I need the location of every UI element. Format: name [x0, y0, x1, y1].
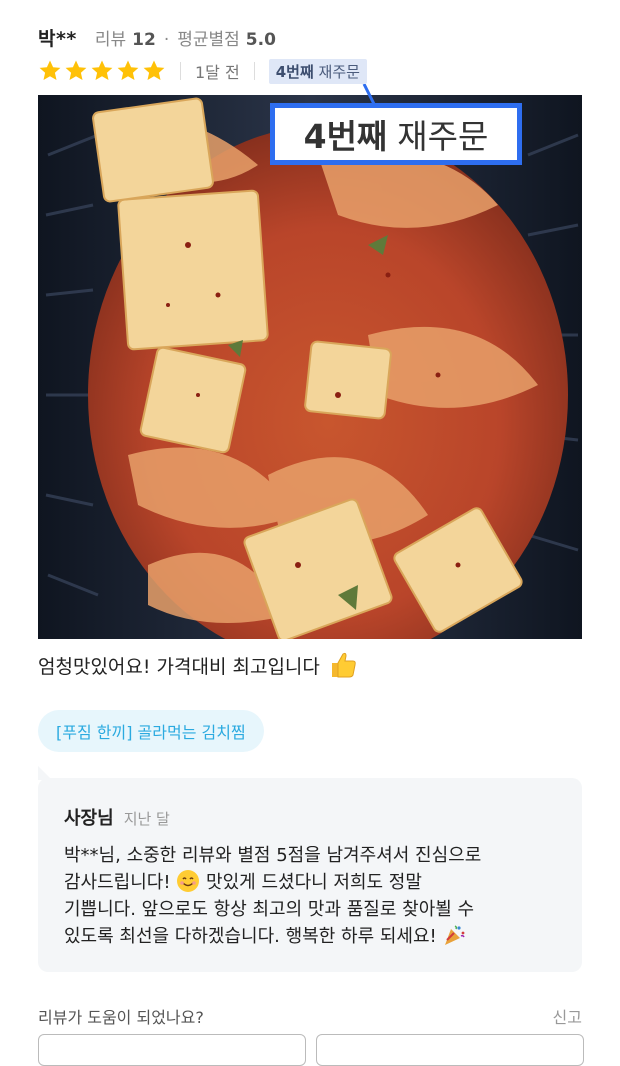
average-rating: 평균별점 5.0: [177, 30, 276, 50]
owner-reply: 사장님 지난 달 박**님, 소중한 리뷰와 별점 5점을 남겨주셔서 진심으로…: [38, 778, 582, 972]
owner-label: 사장님: [64, 808, 114, 829]
reply-text: 박**님, 소중한 리뷰와 별점 5점을 남겨주셔서 진심으로 감사드립니다! …: [64, 842, 564, 950]
reply-time: 지난 달: [123, 810, 170, 828]
review-count: 리뷰 12: [94, 30, 156, 50]
kimchi-stew-photo: [38, 95, 582, 639]
helpful-question: 리뷰가 도움이 되었나요?: [38, 1008, 204, 1027]
menu-item-tag[interactable]: [푸짐 한끼] 골라먹는 김치찜: [38, 710, 264, 752]
reply-line: 박**님, 소중한 리뷰와 별점 5점을 남겨주셔서 진심으로: [64, 845, 482, 866]
review-text: 엄청맛있어요! 가격대비 최고입니다: [38, 655, 320, 678]
star-icon: [117, 60, 139, 80]
star-icon: [65, 60, 87, 80]
separator-dot: ·: [163, 30, 170, 50]
star-rating: [38, 59, 166, 83]
helpful-yes-button[interactable]: [38, 1034, 306, 1066]
helpful-no-button[interactable]: [316, 1034, 584, 1066]
divider: [253, 62, 255, 80]
reply-line: 기쁩니다. 앞으로도 항상 최고의 맛과 품질로 찾아뵐 수: [64, 899, 475, 920]
star-icon: [91, 60, 113, 80]
party-popper-icon: [445, 925, 466, 945]
thumbs-up-icon: [331, 652, 356, 678]
divider: [180, 62, 181, 80]
reorder-callout: 4번째 재주문: [270, 103, 522, 165]
report-button[interactable]: 신고: [553, 1004, 582, 1028]
reviewer-name[interactable]: 박**: [38, 24, 77, 51]
review-header: 박** 리뷰 12 · 평균별점 5.0: [38, 24, 582, 54]
review-photo[interactable]: [38, 95, 582, 639]
star-icon: [39, 60, 61, 80]
star-icon: [143, 60, 165, 80]
rating-row: 1달 전 4번째 재주문: [38, 56, 367, 86]
review-content: 엄청맛있어요! 가격대비 최고입니다: [38, 650, 358, 680]
smiling-face-icon: [177, 870, 200, 892]
reply-line: 있도록 최선을 다하겠습니다. 행복한 하루 되세요!: [64, 923, 564, 950]
reply-line: 감사드립니다! 맛있게 드셨다니 저희도 정말: [64, 869, 564, 896]
reorder-badge: 4번째 재주문: [268, 58, 367, 84]
posted-time: 1달 전: [195, 63, 240, 82]
reply-header: 사장님 지난 달: [64, 804, 170, 830]
